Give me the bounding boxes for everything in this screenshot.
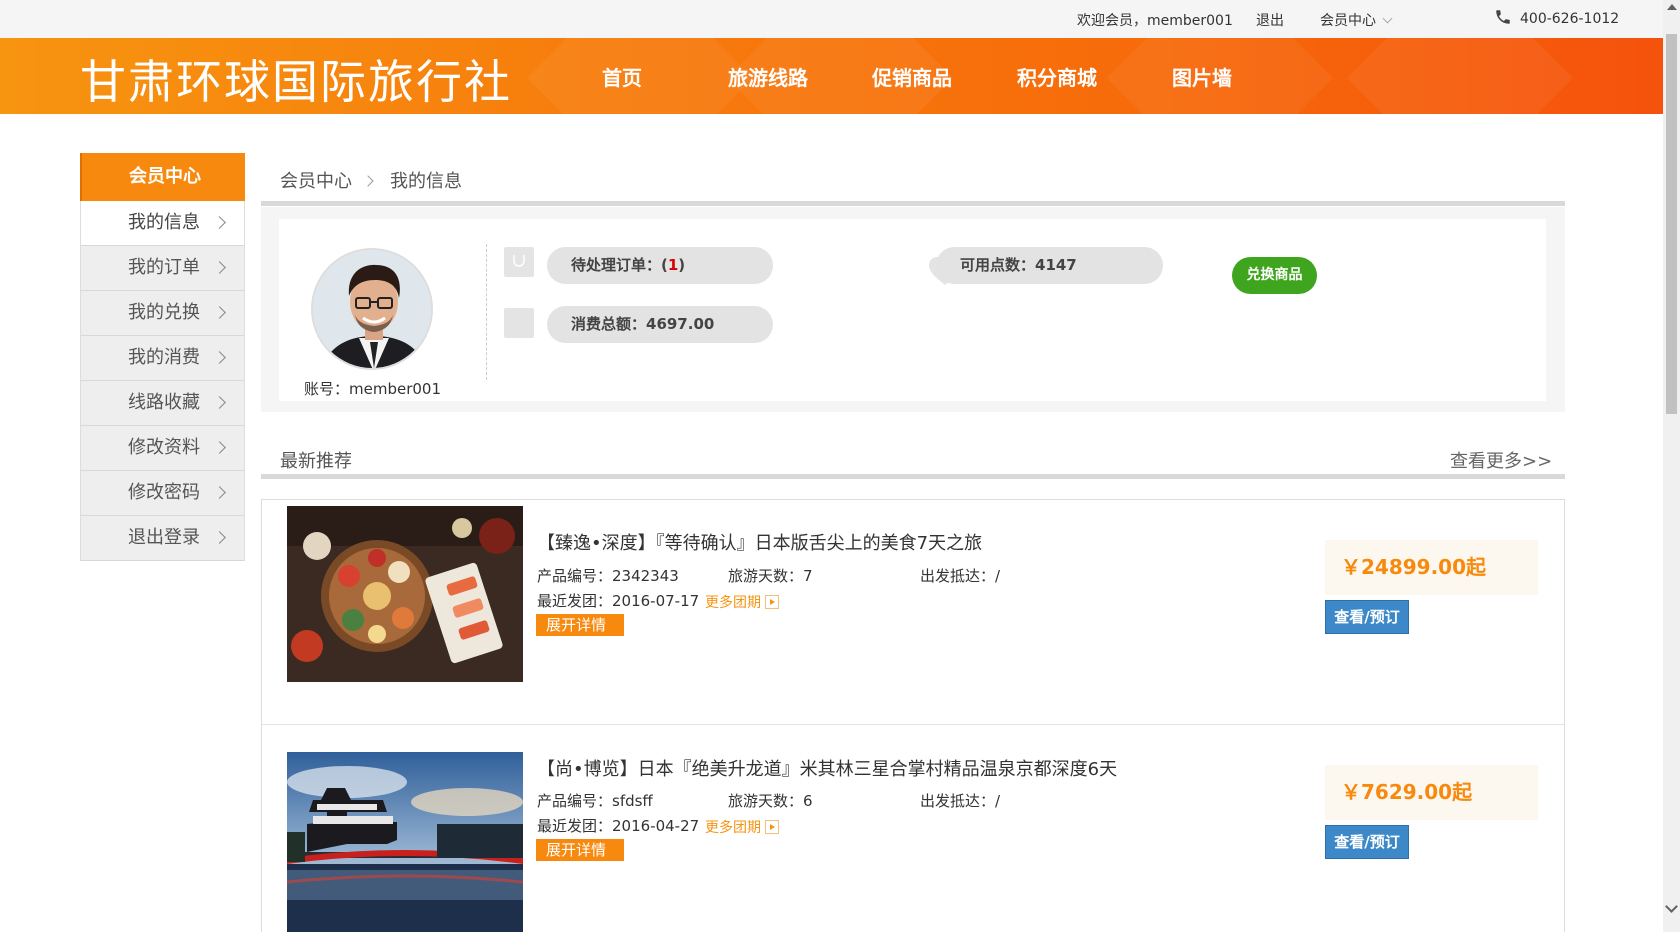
section-divider (261, 201, 1565, 206)
phone-number: 400-626-1012 (1520, 11, 1620, 27)
chevron-right-icon (362, 175, 374, 187)
chevron-right-icon (213, 531, 226, 544)
expand-details-button[interactable]: 展开详情 (536, 614, 624, 636)
member-sidebar: 会员中心 我的信息 我的订单 我的兑换 我的消费 线路收藏 修改资料 修改密码 … (80, 153, 245, 561)
product-days: 旅游天数：6 (728, 792, 813, 810)
scroll-down-arrow-icon[interactable] (1665, 900, 1678, 913)
chevron-right-icon (213, 261, 226, 274)
sidebar-item-label: 我的兑换 (128, 302, 200, 323)
product-latest-date: 最近发团：2016-07-17 (537, 592, 700, 610)
profile-divider (486, 244, 487, 380)
castle-photo (287, 752, 523, 932)
top-utility-bar: 欢迎会员，member001 退出 会员中心 400-626-1012 (0, 0, 1663, 38)
row-divider (262, 724, 1564, 725)
sidebar-item-my-exchanges[interactable]: 我的兑换 (80, 291, 245, 336)
product-days: 旅游天数：7 (728, 567, 813, 585)
pending-orders-close: ) (678, 256, 686, 274)
sidebar-item-label: 修改资料 (128, 437, 200, 458)
vertical-scrollbar[interactable] (1663, 0, 1680, 932)
header-decoration (1346, 38, 1574, 114)
breadcrumb-my-info: 我的信息 (390, 171, 462, 192)
product-latest-date: 最近发团：2016-04-27 (537, 817, 700, 835)
member-center-dropdown[interactable]: 会员中心 (1320, 10, 1393, 30)
wallet-icon (504, 308, 534, 338)
bag-outline-icon (513, 255, 525, 267)
product-price: ￥7629.00起 (1325, 765, 1538, 820)
available-points-pill: 可用点数：4147 (936, 247, 1163, 284)
nav-home[interactable]: 首页 (602, 62, 642, 91)
nav-promotions[interactable]: 促销商品 (872, 62, 952, 91)
japanese-food-photo (287, 506, 523, 682)
scroll-up-arrow-icon[interactable] (1667, 4, 1677, 10)
nav-photo-wall[interactable]: 图片墙 (1172, 62, 1232, 91)
chevron-right-icon (213, 441, 226, 454)
sidebar-item-my-spending[interactable]: 我的消费 (80, 336, 245, 381)
bag-icon (504, 247, 534, 277)
product-title[interactable]: 【臻逸•深度】『等待确认』日本版舌尖上的美食7天之旅 (537, 529, 982, 555)
product-depart: 出发抵达：/ (920, 567, 1001, 585)
section-divider (261, 474, 1565, 479)
product-code: 产品编号：sfdsff (537, 792, 653, 810)
play-arrow-icon (765, 595, 779, 609)
chevron-right-icon (213, 396, 226, 409)
exchange-goods-button[interactable]: 兑换商品 (1232, 257, 1317, 294)
member-center-label: 会员中心 (1320, 13, 1376, 29)
avatar-portrait-icon (313, 250, 431, 368)
nav-points-mall[interactable]: 积分商城 (1017, 62, 1097, 91)
site-logo[interactable]: 甘肃环球国际旅行社 (80, 46, 512, 112)
pending-orders-label: 待处理订单：( (571, 256, 668, 274)
pending-orders-pill[interactable]: 待处理订单：(1) (547, 247, 773, 284)
chevron-right-icon (213, 351, 226, 364)
chevron-right-icon (213, 306, 226, 319)
view-book-button[interactable]: 查看/预订 (1325, 600, 1409, 634)
product-image-castle[interactable] (287, 752, 523, 932)
phone-icon (1496, 10, 1510, 24)
play-arrow-icon (765, 820, 779, 834)
more-groups-label: 更多团期 (705, 820, 761, 836)
view-more-link[interactable]: 查看更多>> (1450, 447, 1552, 473)
breadcrumb: 会员中心 我的信息 (280, 167, 462, 193)
sidebar-item-edit-profile[interactable]: 修改资料 (80, 426, 245, 471)
recommend-title: 最新推荐 (280, 451, 352, 472)
avatar (311, 248, 433, 370)
nav-tour-routes[interactable]: 旅游线路 (728, 62, 808, 91)
sidebar-item-route-favorites[interactable]: 线路收藏 (80, 381, 245, 426)
sidebar-item-label: 线路收藏 (128, 392, 200, 413)
product-depart: 出发抵达：/ (920, 792, 1001, 810)
logout-link[interactable]: 退出 (1256, 10, 1284, 30)
product-code: 产品编号：2342343 (537, 567, 679, 585)
total-spent-pill: 消费总额：4697.00 (547, 306, 773, 343)
sidebar-item-label: 修改密码 (128, 482, 200, 503)
sidebar-item-my-info[interactable]: 我的信息 (80, 201, 245, 246)
more-groups-label: 更多团期 (705, 595, 761, 611)
sidebar-item-change-password[interactable]: 修改密码 (80, 471, 245, 516)
welcome-text: 欢迎会员，member001 (1077, 13, 1233, 29)
more-groups-link[interactable]: 更多团期 (705, 592, 779, 612)
sidebar-item-sign-out[interactable]: 退出登录 (80, 516, 245, 561)
chevron-right-icon (213, 216, 226, 229)
breadcrumb-member-center[interactable]: 会员中心 (280, 171, 352, 192)
view-book-button[interactable]: 查看/预订 (1325, 825, 1409, 859)
sidebar-item-label: 退出登录 (128, 527, 200, 548)
sidebar-item-label: 我的消费 (128, 347, 200, 368)
expand-details-button[interactable]: 展开详情 (536, 839, 624, 861)
pending-orders-count: 1 (667, 256, 679, 274)
account-label: 账号：member001 (304, 380, 441, 398)
product-image-food[interactable] (287, 506, 523, 682)
product-title[interactable]: 【尚•博览】日本『绝美升龙道』米其林三星合掌村精品温泉京都深度6天 (537, 755, 1117, 781)
sidebar-item-my-orders[interactable]: 我的订单 (80, 246, 245, 291)
chevron-right-icon (213, 486, 226, 499)
more-groups-link[interactable]: 更多团期 (705, 817, 779, 837)
site-header: 甘肃环球国际旅行社 首页 旅游线路 促销商品 积分商城 图片墙 (0, 38, 1663, 114)
profile-card (279, 219, 1546, 401)
scrollbar-thumb[interactable] (1666, 34, 1677, 414)
chevron-down-icon (1382, 13, 1393, 24)
sidebar-item-label: 我的信息 (128, 212, 200, 233)
product-price: ￥24899.00起 (1325, 540, 1538, 595)
sidebar-item-label: 我的订单 (128, 257, 200, 278)
sidebar-title: 会员中心 (80, 153, 245, 201)
